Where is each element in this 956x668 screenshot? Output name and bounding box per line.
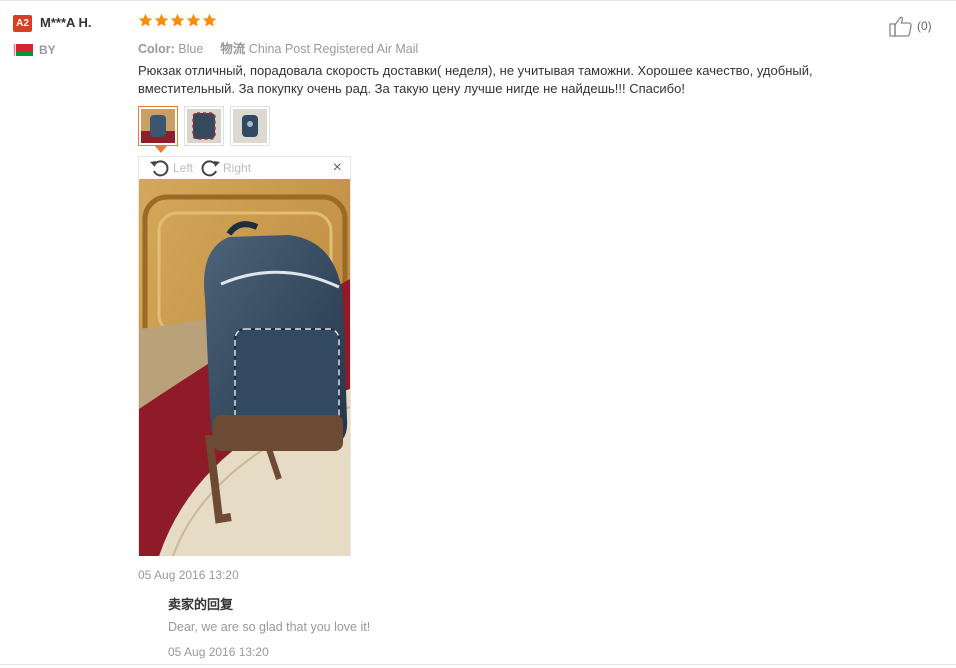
review-photo bbox=[139, 179, 350, 556]
viewer-toolbar: Left Right × bbox=[139, 157, 350, 179]
seller-reply-text: Dear, we are so glad that you love it! bbox=[168, 620, 371, 634]
logistics-value: China Post Registered Air Mail bbox=[248, 42, 419, 56]
rotate-left-label: Left bbox=[173, 161, 194, 175]
seller-reply-title: 卖家的回复 bbox=[168, 597, 234, 612]
reply-date: 05 Aug 2016 13:20 bbox=[168, 645, 269, 659]
star-icon bbox=[138, 13, 153, 27]
thumbnail-2[interactable] bbox=[184, 106, 224, 146]
like-count: (0) bbox=[917, 19, 932, 33]
belarus-flag-icon bbox=[13, 44, 33, 56]
rotate-right-icon bbox=[201, 160, 221, 177]
helpful-button[interactable]: (0) bbox=[889, 15, 932, 37]
star-icon bbox=[202, 13, 217, 27]
star-rating bbox=[138, 13, 217, 28]
photo-thumbnails bbox=[138, 106, 270, 153]
logistics-label: 物流 bbox=[220, 42, 246, 56]
review-text: Рюкзак отличный, порадовала скорость дос… bbox=[138, 63, 813, 96]
rotate-left-icon bbox=[150, 160, 169, 177]
color-label: Color: bbox=[138, 42, 175, 56]
bottom-divider bbox=[0, 664, 956, 665]
backpack-photo-thumbnail bbox=[233, 109, 267, 143]
thumbnail-1[interactable] bbox=[138, 106, 178, 153]
review-date: 05 Aug 2016 13:20 bbox=[138, 568, 239, 582]
photo-viewer: Left Right × bbox=[138, 156, 351, 556]
star-icon bbox=[170, 13, 185, 27]
top-divider bbox=[0, 0, 956, 1]
backpack-photo-thumbnail bbox=[141, 109, 175, 143]
star-icon bbox=[186, 13, 201, 27]
reviewer-name: M***A H. bbox=[40, 15, 92, 30]
rotate-right-label: Right bbox=[223, 161, 252, 175]
backpack-photo-thumbnail bbox=[187, 109, 221, 143]
close-viewer-button[interactable]: × bbox=[333, 160, 342, 176]
backpack-photo bbox=[139, 179, 350, 556]
rotate-left-button[interactable]: Left bbox=[149, 158, 193, 178]
level-badge: A2 bbox=[13, 15, 32, 32]
rotate-right-button[interactable]: Right bbox=[199, 158, 251, 178]
thumbnail-3[interactable] bbox=[230, 106, 270, 146]
reviewer-country: BY bbox=[39, 43, 56, 57]
thumbs-up-icon bbox=[889, 16, 912, 37]
active-thumbnail-caret bbox=[155, 146, 167, 153]
color-value: Blue bbox=[178, 42, 204, 56]
star-icon bbox=[154, 13, 169, 27]
review-meta: Color: Blue 物流 China Post Registered Air… bbox=[138, 38, 418, 57]
